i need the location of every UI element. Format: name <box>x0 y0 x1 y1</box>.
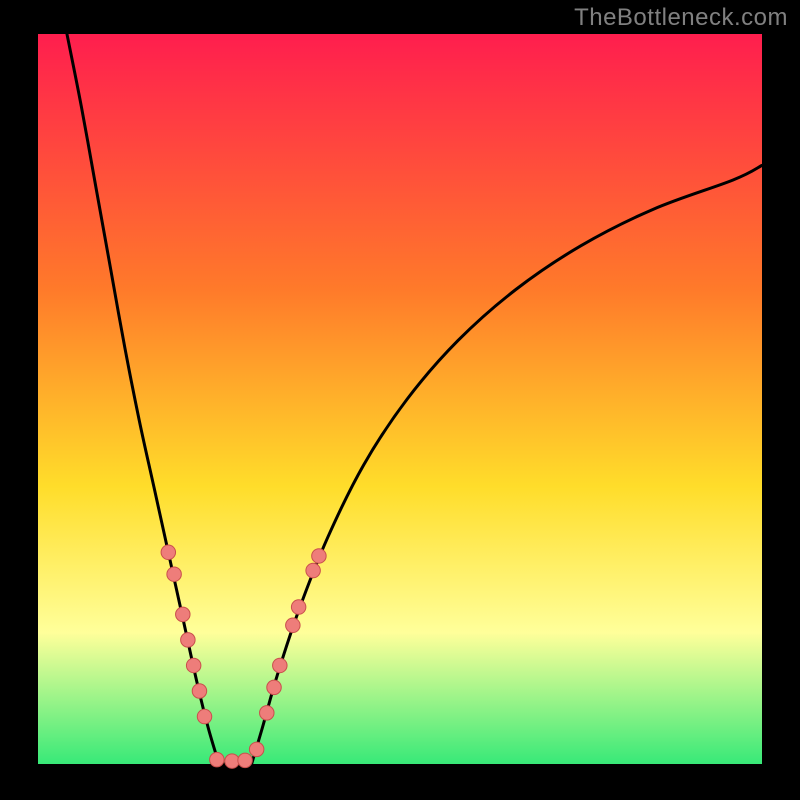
attribution-text: TheBottleneck.com <box>574 4 788 32</box>
data-marker <box>197 709 211 723</box>
data-marker <box>267 680 281 694</box>
data-marker <box>192 684 206 698</box>
data-marker <box>291 600 305 614</box>
data-marker <box>312 549 326 563</box>
data-marker <box>210 752 224 766</box>
data-marker <box>260 706 274 720</box>
data-marker <box>225 754 239 768</box>
data-marker <box>186 658 200 672</box>
chart-svg <box>0 0 800 800</box>
data-marker <box>238 753 252 767</box>
plot-area <box>38 34 762 764</box>
data-marker <box>249 742 263 756</box>
data-marker <box>306 563 320 577</box>
data-marker <box>273 658 287 672</box>
data-marker <box>167 567 181 581</box>
data-marker <box>181 633 195 647</box>
data-marker <box>161 545 175 559</box>
data-marker <box>286 618 300 632</box>
chart-container: { "attribution": "TheBottleneck.com", "c… <box>0 0 800 800</box>
data-marker <box>176 607 190 621</box>
